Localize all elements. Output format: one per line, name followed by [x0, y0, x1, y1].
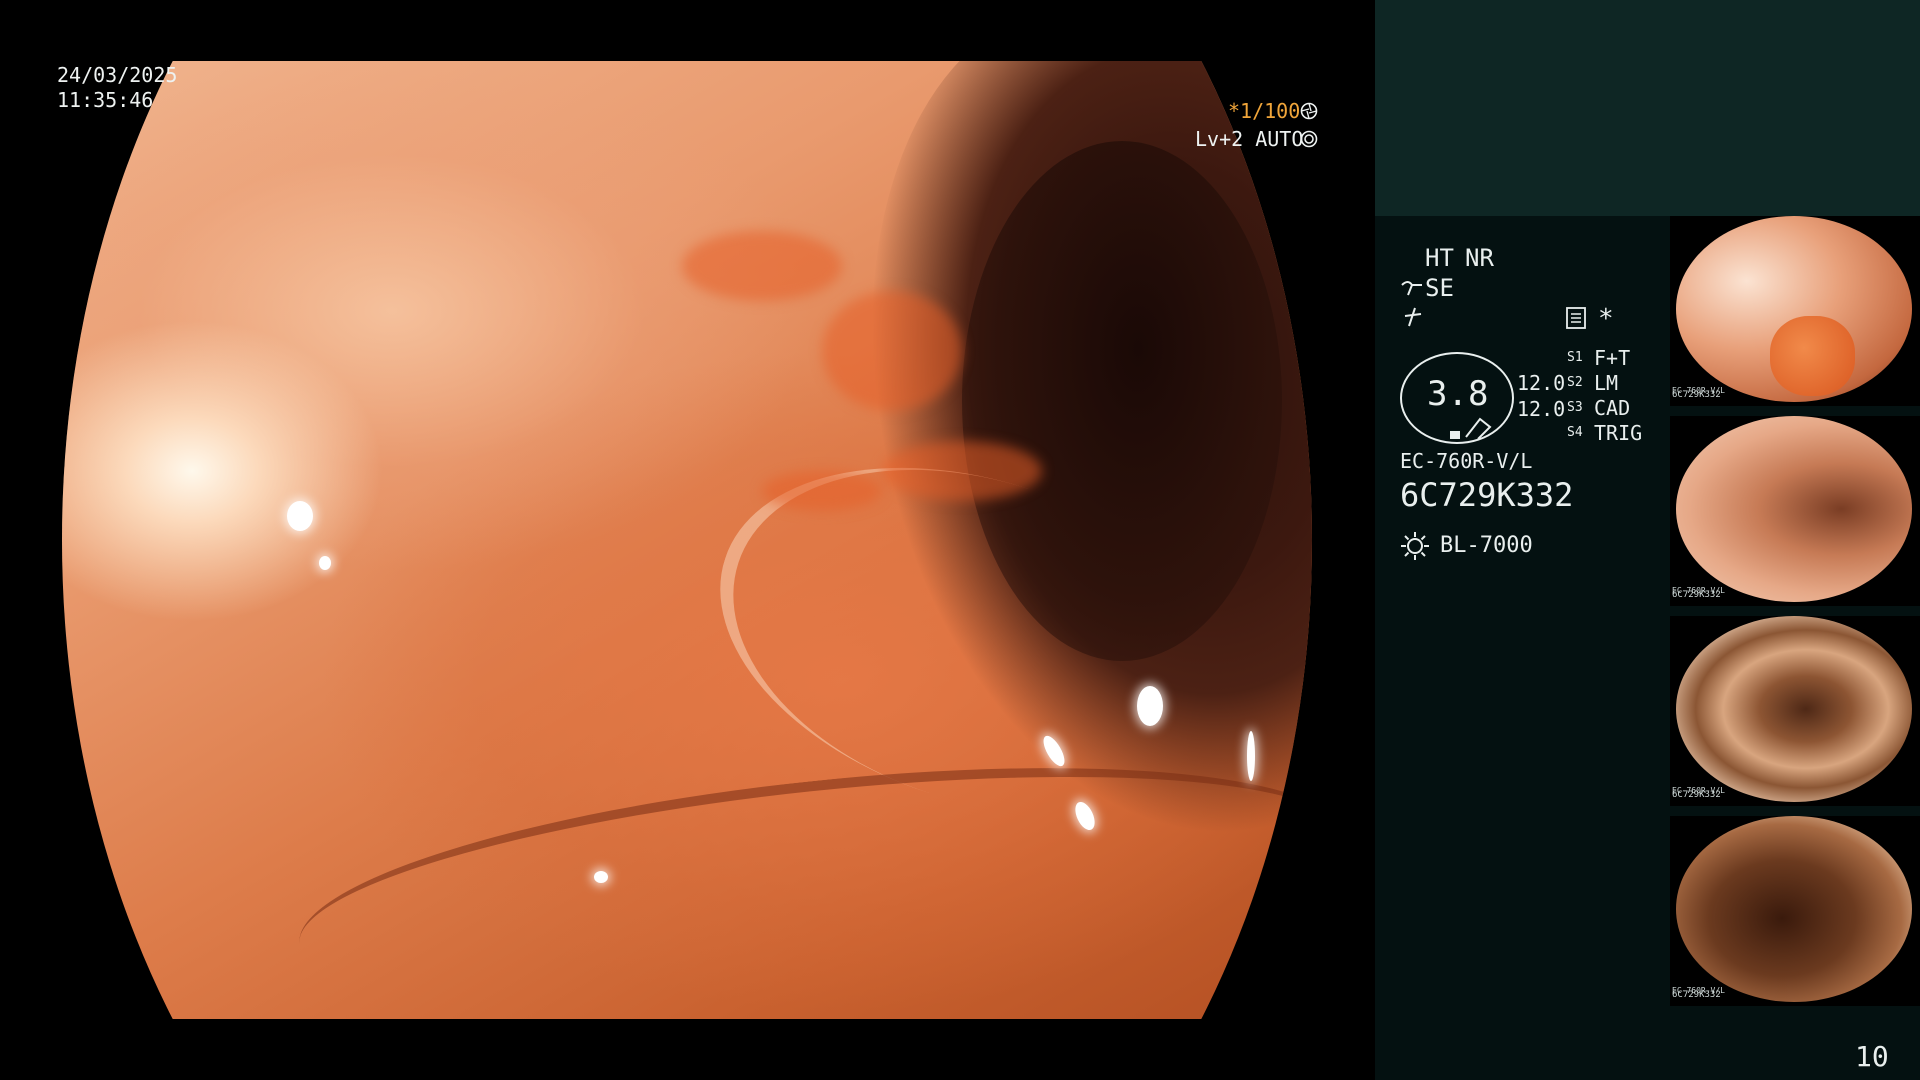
thumbnail-serial: 6C729K332 — [1672, 590, 1721, 600]
se-indicator: SE — [1425, 274, 1454, 302]
thumbnail-1[interactable]: EC-760R-V/L 6C729K332 — [1670, 216, 1920, 406]
switch-key-4: S4 — [1567, 425, 1583, 440]
memory-card-icon — [1566, 307, 1586, 329]
switch-label-3: CAD — [1594, 396, 1631, 420]
vascular-pattern — [882, 441, 1042, 501]
switch-key-2: S2 — [1567, 375, 1583, 390]
shutter-readout: *1/100 — [1228, 99, 1301, 123]
star-indicator: * — [1598, 304, 1614, 334]
thumbnail-3[interactable]: EC-760R-V/L 6C729K332 — [1670, 616, 1920, 806]
light-source-model: BL-7000 — [1440, 533, 1533, 558]
switch-key-1: S1 — [1567, 350, 1583, 365]
value-1: 12.0 — [1517, 371, 1566, 395]
panel-header-area — [1375, 0, 1920, 216]
light-reflection — [1247, 731, 1255, 781]
thumbnail-serial: 6C729K332 — [1672, 790, 1721, 800]
ht-indicator: HT — [1425, 244, 1454, 272]
thumbnail-serial: 6C729K332 — [1672, 990, 1721, 1000]
light-reflection — [287, 501, 313, 531]
dial-value: 3.8 — [1427, 374, 1489, 414]
scope-serial: 6C729K332 — [1400, 476, 1574, 514]
scope-model: EC-760R-V/L — [1400, 449, 1533, 473]
endoscope-view — [62, 61, 1312, 1019]
enhance-icon — [1401, 281, 1422, 296]
image-counter: 10 — [1855, 1040, 1889, 1073]
polyp — [1770, 316, 1855, 396]
light-reflection — [1137, 686, 1163, 726]
freeze-icon — [1404, 307, 1422, 327]
vascular-pattern — [682, 231, 842, 301]
thumbnail-serial: 6C729K332 — [1672, 390, 1721, 400]
value-2: 12.0 — [1517, 397, 1566, 421]
thumbnail-4[interactable]: EC-760R-V/L 6C729K332 — [1670, 816, 1920, 1006]
switch-label-1: F+T — [1594, 346, 1631, 370]
iris-icon — [1300, 130, 1318, 148]
nr-indicator: NR — [1465, 244, 1494, 272]
time-readout: 11:35:46 — [57, 88, 154, 112]
switch-label-2: LM — [1594, 371, 1619, 395]
date-readout: 24/03/2025 — [57, 63, 178, 87]
level-readout: Lv+2 AUTO — [1195, 127, 1304, 151]
light-source-icon — [1401, 532, 1429, 560]
vascular-pattern — [762, 471, 882, 511]
light-reflection — [594, 871, 608, 883]
aperture-icon — [1300, 102, 1318, 120]
switch-key-3: S3 — [1567, 400, 1583, 415]
light-reflection — [319, 556, 331, 570]
thumbnail-2[interactable]: EC-760R-V/L 6C729K332 — [1670, 416, 1920, 606]
switch-label-4: TRIG — [1594, 421, 1643, 445]
angle-icon — [1450, 417, 1492, 440]
vascular-pattern — [822, 291, 962, 411]
